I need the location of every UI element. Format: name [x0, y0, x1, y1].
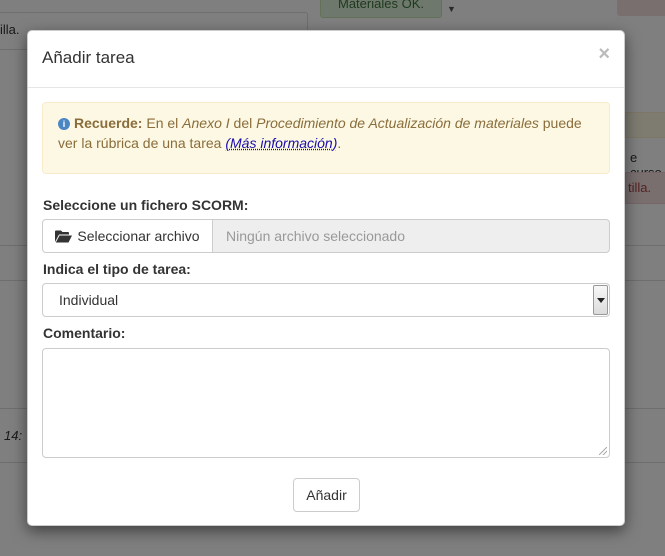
close-button[interactable]: × [598, 44, 610, 64]
more-info-link[interactable]: (Más información) [225, 135, 337, 151]
add-task-modal: Añadir tarea × i Recuerde: En el Anexo I … [27, 30, 625, 526]
folder-open-icon [55, 230, 73, 242]
chevron-down-icon[interactable] [593, 285, 608, 315]
resize-grip-icon[interactable] [599, 447, 607, 455]
selected-file-display: Ningún archivo seleccionado [213, 219, 610, 253]
modal-header: Añadir tarea × [28, 31, 624, 88]
alert-text: En el [142, 115, 183, 131]
alert-text: del [229, 115, 257, 131]
task-type-selected-value: Individual [59, 292, 119, 308]
comment-textarea[interactable] [42, 348, 610, 458]
info-icon: i [58, 118, 70, 130]
alert-procedure: Procedimiento de Actualización de materi… [256, 115, 539, 131]
add-button[interactable]: Añadir [293, 478, 360, 512]
file-input-group: Seleccionar archivo Ningún archivo selec… [42, 219, 610, 253]
select-file-button[interactable]: Seleccionar archivo [42, 219, 213, 253]
comment-label: Comentario: [43, 325, 126, 341]
alert-strong: Recuerde: [74, 115, 143, 131]
alert-text: . [337, 135, 342, 151]
info-alert: i Recuerde: En el Anexo I del Procedimien… [42, 102, 610, 174]
scorm-file-label: Seleccione un fichero SCORM: [43, 197, 249, 213]
select-file-label: Seleccionar archivo [77, 228, 200, 244]
modal-title: Añadir tarea [42, 48, 135, 67]
alert-annex: Anexo I [182, 115, 230, 131]
task-type-select[interactable]: Individual [42, 283, 610, 317]
task-type-label: Indica el tipo de tarea: [43, 261, 191, 277]
